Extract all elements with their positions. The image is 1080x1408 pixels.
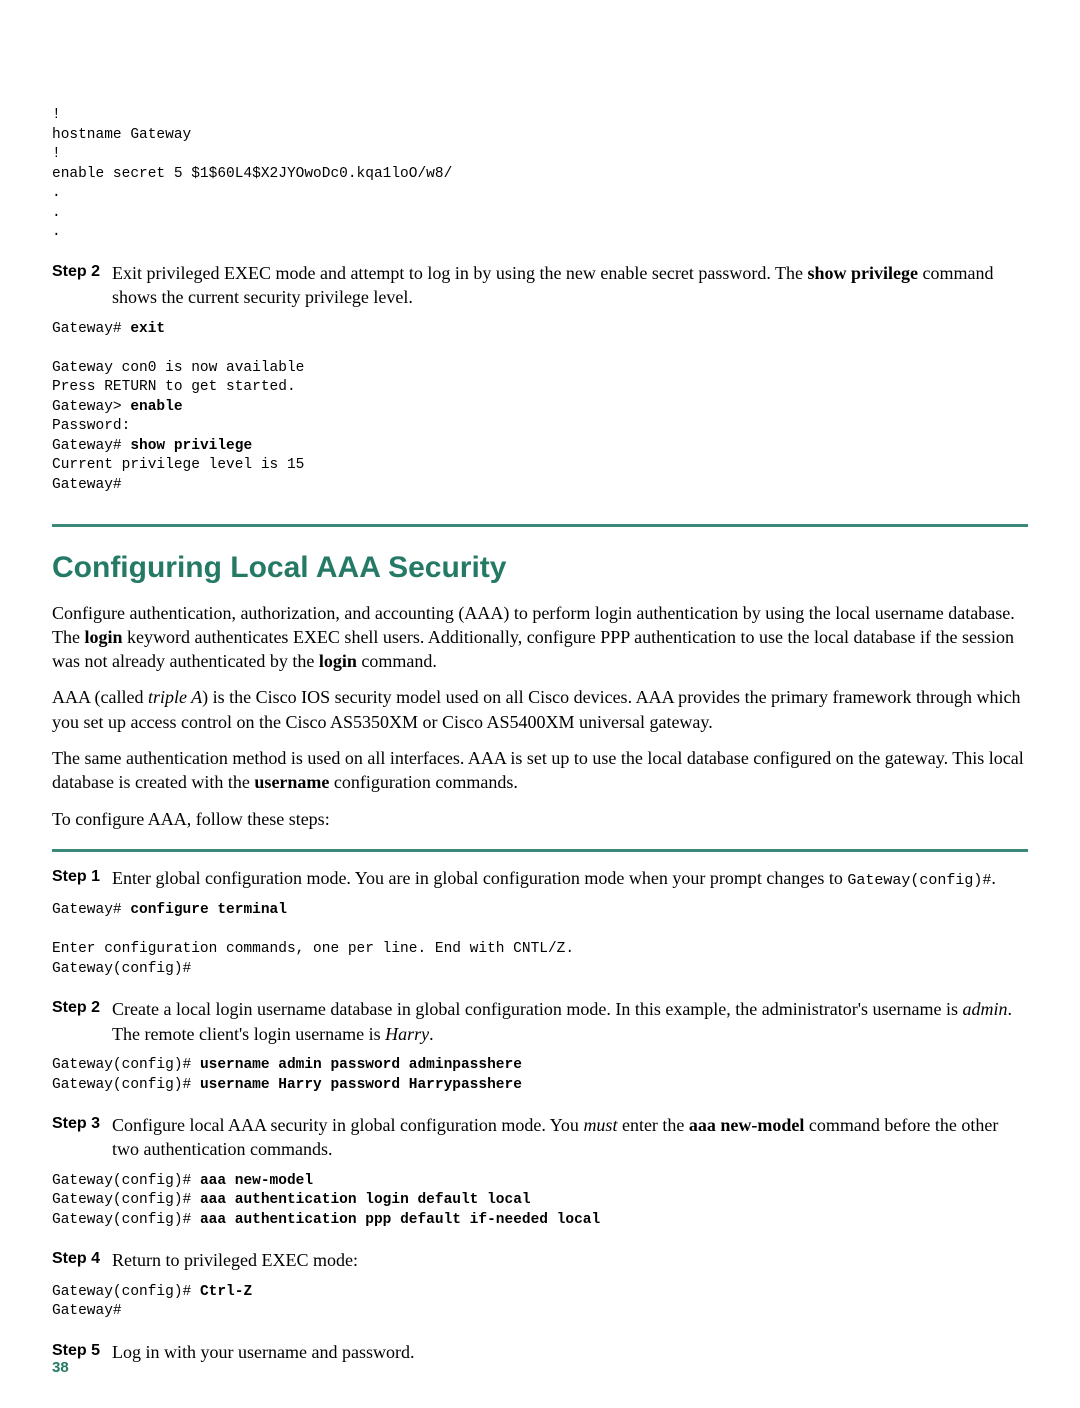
step-label: Step 3	[52, 1113, 112, 1162]
code-prompt: Gateway#	[52, 902, 130, 918]
steps-rule	[52, 849, 1028, 852]
section-rule	[52, 524, 1028, 527]
text: Create a local login username database i…	[112, 999, 962, 1019]
code-prompt: Gateway#	[52, 321, 130, 337]
step-body: Configure local AAA security in global c…	[112, 1113, 1028, 1162]
code-line: Enter configuration commands, one per li…	[52, 941, 574, 957]
bold-text: login	[319, 651, 357, 671]
code-prompt: Gateway(config)#	[52, 1192, 200, 1208]
step-label: Step 2	[52, 261, 112, 310]
code-block-a2: Gateway# exit Gateway con0 is now availa…	[52, 320, 1028, 496]
step-b3: Step 3 Configure local AAA security in g…	[52, 1113, 1028, 1162]
step-label: Step 1	[52, 866, 112, 891]
text: keyword authenticates EXEC shell users. …	[52, 627, 1014, 671]
code-command: username Harry password Harrypasshere	[200, 1077, 522, 1093]
bold-text: login	[84, 627, 122, 647]
paragraph-2: AAA (called triple A) is the Cisco IOS s…	[52, 685, 1028, 734]
text: configuration commands.	[329, 772, 517, 792]
step-body: Return to privileged EXEC mode:	[112, 1248, 1028, 1272]
section-title: Configuring Local AAA Security	[52, 551, 1028, 585]
italic-text: triple A	[148, 687, 202, 707]
paragraph-3: The same authentication method is used o…	[52, 746, 1028, 795]
code-command: Ctrl-Z	[200, 1284, 252, 1300]
text: command.	[357, 651, 437, 671]
code-command: aaa new-model	[200, 1173, 313, 1189]
code-line: Gateway#	[52, 477, 122, 493]
code-line: Gateway con0 is now available	[52, 360, 304, 376]
code-prompt: Gateway(config)#	[52, 1173, 200, 1189]
code-prompt: Gateway>	[52, 399, 130, 415]
text: enter the	[617, 1115, 688, 1135]
page: ! hostname Gateway ! enable secret 5 $1$…	[0, 0, 1080, 1408]
code-block-b1: Gateway# configure terminal Enter config…	[52, 901, 1028, 979]
text: Exit privileged EXEC mode and attempt to…	[112, 263, 808, 283]
code-prompt: Gateway(config)#	[52, 1057, 200, 1073]
code-block-b2: Gateway(config)# username admin password…	[52, 1056, 1028, 1095]
code-line: Press RETURN to get started.	[52, 379, 296, 395]
code-prompt: Gateway(config)#	[52, 1284, 200, 1300]
code-command: aaa authentication login default local	[200, 1192, 531, 1208]
italic-text: must	[583, 1115, 617, 1135]
step-body: Enter global configuration mode. You are…	[112, 866, 1028, 891]
bold-text: show privilege	[808, 263, 919, 283]
step-body: Log in with your username and password.	[112, 1340, 1028, 1364]
inline-code: Gateway(config)#	[847, 872, 991, 889]
text: .	[429, 1024, 434, 1044]
code-command: aaa authentication ppp default if-needed…	[200, 1212, 600, 1228]
step-a2: Step 2 Exit privileged EXEC mode and att…	[52, 261, 1028, 310]
text: The same authentication method is used o…	[52, 748, 1024, 792]
step-b5: Step 5 Log in with your username and pas…	[52, 1340, 1028, 1364]
code-command: show privilege	[130, 438, 252, 454]
code-command: enable	[130, 399, 182, 415]
code-block-top: ! hostname Gateway ! enable secret 5 $1$…	[52, 106, 1028, 243]
italic-text: admin	[962, 999, 1007, 1019]
step-body: Create a local login username database i…	[112, 997, 1028, 1046]
paragraph-1: Configure authentication, authorization,…	[52, 601, 1028, 674]
step-b1: Step 1 Enter global configuration mode. …	[52, 866, 1028, 891]
code-line: Gateway#	[52, 1303, 122, 1319]
text: .	[991, 868, 996, 888]
text: Enter global configuration mode. You are…	[112, 868, 847, 888]
code-block-b4: Gateway(config)# Ctrl-Z Gateway#	[52, 1283, 1028, 1322]
code-line: Password:	[52, 418, 130, 434]
code-prompt: Gateway(config)#	[52, 1212, 200, 1228]
text: AAA (called	[52, 687, 148, 707]
code-command: username admin password adminpasshere	[200, 1057, 522, 1073]
paragraph-4: To configure AAA, follow these steps:	[52, 807, 1028, 831]
step-label: Step 2	[52, 997, 112, 1046]
code-line: Current privilege level is 15	[52, 457, 304, 473]
page-number: 38	[52, 1359, 69, 1376]
code-prompt: Gateway#	[52, 438, 130, 454]
code-block-b3: Gateway(config)# aaa new-model Gateway(c…	[52, 1172, 1028, 1231]
bold-text: aaa new-model	[689, 1115, 805, 1135]
code-command: exit	[130, 321, 165, 337]
step-b4: Step 4 Return to privileged EXEC mode:	[52, 1248, 1028, 1272]
step-label: Step 4	[52, 1248, 112, 1272]
code-line: Gateway(config)#	[52, 961, 191, 977]
code-command: configure terminal	[130, 902, 287, 918]
italic-text: Harry	[385, 1024, 429, 1044]
step-body: Exit privileged EXEC mode and attempt to…	[112, 261, 1028, 310]
bold-text: username	[254, 772, 329, 792]
code-prompt: Gateway(config)#	[52, 1077, 200, 1093]
text: Configure local AAA security in global c…	[112, 1115, 583, 1135]
step-b2: Step 2 Create a local login username dat…	[52, 997, 1028, 1046]
